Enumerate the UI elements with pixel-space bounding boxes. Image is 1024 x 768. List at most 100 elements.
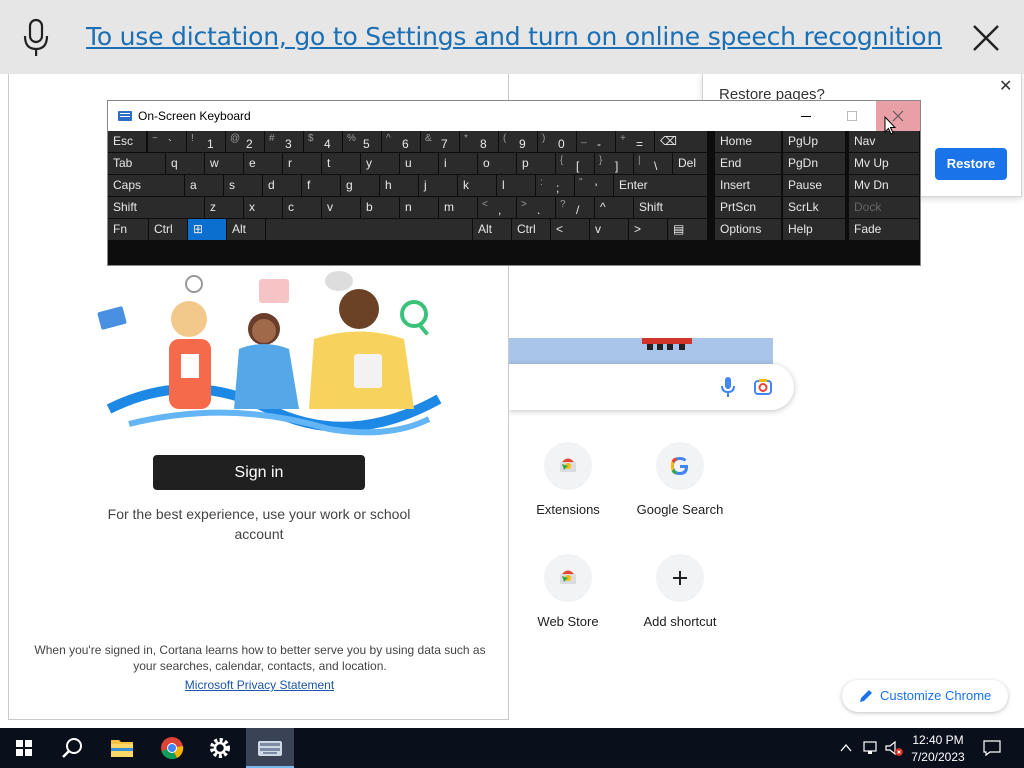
osk-nav-key[interactable]: Mv Up xyxy=(849,153,919,174)
search-button[interactable] xyxy=(48,728,96,768)
osk-key[interactable]: Shift xyxy=(108,197,204,218)
osk-title-bar[interactable]: On-Screen Keyboard xyxy=(108,101,920,131)
osk-key[interactable]: v xyxy=(590,219,628,240)
osk-key[interactable]: @2 xyxy=(226,131,264,152)
start-button[interactable] xyxy=(0,728,48,768)
osk-key[interactable]: p xyxy=(517,153,555,174)
osk-key[interactable]: u xyxy=(400,153,438,174)
osk-key[interactable]: {[ xyxy=(556,153,594,174)
close-icon[interactable] xyxy=(876,101,920,131)
osk-key[interactable]: < xyxy=(551,219,589,240)
sign-in-button[interactable]: Sign in xyxy=(153,455,365,490)
osk-key[interactable]: j xyxy=(419,175,457,196)
osk-key[interactable]: $4 xyxy=(304,131,342,152)
osk-key[interactable]: o xyxy=(478,153,516,174)
settings-button[interactable] xyxy=(196,728,244,768)
osk-key[interactable]: g xyxy=(341,175,379,196)
search-box[interactable] xyxy=(509,364,794,410)
volume-muted-icon[interactable] xyxy=(884,739,904,757)
restore-button[interactable]: Restore xyxy=(935,148,1007,180)
osk-nav-key[interactable]: Dock xyxy=(849,197,919,218)
osk-key[interactable]: ! 1 xyxy=(187,131,225,152)
chevron-up-icon[interactable] xyxy=(838,740,854,756)
privacy-statement-link[interactable]: Microsoft Privacy Statement xyxy=(9,678,510,692)
shortcut-extensions[interactable]: Extensions xyxy=(512,442,624,542)
osk-key[interactable]: Ctrl xyxy=(512,219,550,240)
osk-nav-key[interactable]: Pause xyxy=(783,175,845,196)
customize-chrome-button[interactable]: Customize Chrome xyxy=(842,680,1008,712)
osk-key[interactable]: ⌫ xyxy=(655,131,707,152)
osk-key[interactable]: (9 xyxy=(499,131,537,152)
osk-nav-key[interactable]: PrtScn xyxy=(715,197,781,218)
osk-nav-key[interactable]: PgDn xyxy=(783,153,845,174)
shortcut-google-search[interactable]: Google Search xyxy=(624,442,736,542)
osk-key[interactable]: " ' xyxy=(575,175,613,196)
osk-key[interactable]: k xyxy=(458,175,496,196)
osk-key[interactable]: a xyxy=(185,175,223,196)
google-lens-icon[interactable] xyxy=(753,377,773,397)
osk-key[interactable]: ^ xyxy=(595,197,633,218)
osk-nav-key[interactable]: ScrLk xyxy=(783,197,845,218)
chrome-button[interactable] xyxy=(148,728,196,768)
osk-key[interactable]: ~ ` xyxy=(148,131,186,152)
osk-key[interactable]: _ - xyxy=(577,131,615,152)
osk-key[interactable]: l xyxy=(497,175,535,196)
network-icon[interactable] xyxy=(862,739,880,757)
osk-key[interactable]: #3 xyxy=(265,131,303,152)
osk-key[interactable]: h xyxy=(380,175,418,196)
osk-key[interactable]: Enter xyxy=(614,175,707,196)
clock-time[interactable]: 12:40 PM xyxy=(908,733,968,747)
osk-key[interactable]: Alt xyxy=(473,219,511,240)
osk-nav-key[interactable]: Home xyxy=(715,131,781,152)
osk-key[interactable]: > xyxy=(629,219,667,240)
osk-key[interactable]: f xyxy=(302,175,340,196)
osk-key[interactable]: & 7 xyxy=(421,131,459,152)
clock-date[interactable]: 7/20/2023 xyxy=(908,750,968,764)
osk-key[interactable]: >. xyxy=(517,197,555,218)
osk-nav-key[interactable]: Options xyxy=(715,219,781,240)
maximize-icon[interactable] xyxy=(834,101,870,131)
osk-key[interactable]: Ctrl xyxy=(149,219,187,240)
osk-key[interactable]: i xyxy=(439,153,477,174)
notifications-icon[interactable] xyxy=(982,739,1002,757)
osk-nav-key[interactable]: Fade xyxy=(849,219,919,240)
osk-key[interactable]: ) 0 xyxy=(538,131,576,152)
osk-key[interactable]: c xyxy=(283,197,321,218)
osk-key[interactable]: n xyxy=(400,197,438,218)
osk-key[interactable]: ▤ xyxy=(668,219,707,240)
osk-key[interactable]: t xyxy=(322,153,360,174)
close-icon[interactable] xyxy=(970,22,1002,54)
osk-key[interactable]: }] xyxy=(595,153,633,174)
osk-key[interactable]: q xyxy=(166,153,204,174)
osk-key[interactable]: <, xyxy=(478,197,516,218)
osk-key[interactable]: b xyxy=(361,197,399,218)
osk-key[interactable]: Fn xyxy=(108,219,148,240)
osk-nav-key[interactable]: Help xyxy=(783,219,845,240)
microphone-icon[interactable] xyxy=(720,376,736,398)
osk-nav-key[interactable]: Insert xyxy=(715,175,781,196)
osk-key[interactable]: | \ xyxy=(634,153,672,174)
osk-key[interactable]: Esc xyxy=(108,131,146,152)
osk-key[interactable]: d xyxy=(263,175,301,196)
osk-key[interactable]: % 5 xyxy=(343,131,381,152)
osk-key[interactable]: Shift xyxy=(634,197,707,218)
osk-key[interactable]: r xyxy=(283,153,321,174)
on-screen-keyboard-taskbar-button[interactable] xyxy=(246,728,294,768)
osk-key[interactable]: m xyxy=(439,197,477,218)
file-explorer-button[interactable] xyxy=(98,728,146,768)
osk-key[interactable]: z xyxy=(205,197,243,218)
osk-key[interactable]: w xyxy=(205,153,243,174)
osk-key[interactable]: v xyxy=(322,197,360,218)
osk-key[interactable]: + = xyxy=(616,131,654,152)
osk-nav-key[interactable]: End xyxy=(715,153,781,174)
osk-key[interactable]: ^ 6 xyxy=(382,131,420,152)
osk-key[interactable]: Alt xyxy=(227,219,265,240)
osk-key[interactable]: :; xyxy=(536,175,574,196)
osk-nav-key[interactable]: Mv Dn xyxy=(849,175,919,196)
osk-key[interactable]: * 8 xyxy=(460,131,498,152)
osk-nav-key[interactable]: PgUp xyxy=(783,131,845,152)
osk-key[interactable]: y xyxy=(361,153,399,174)
minimize-icon[interactable] xyxy=(788,101,824,131)
osk-key[interactable]: ? / xyxy=(556,197,594,218)
osk-key[interactable]: Caps xyxy=(108,175,184,196)
